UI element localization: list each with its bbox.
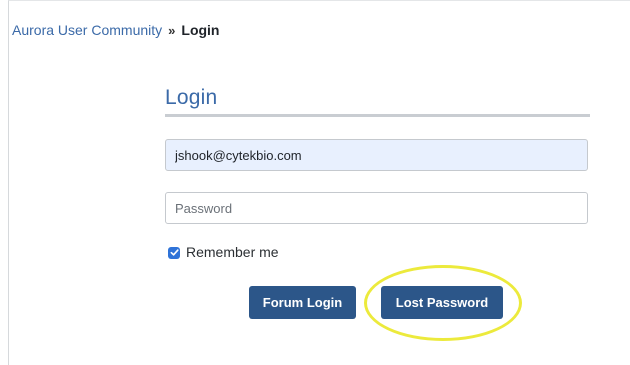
breadcrumb-current: Login: [181, 22, 220, 38]
page-title: Login: [165, 86, 218, 109]
checkmark-icon[interactable]: [168, 246, 180, 259]
lost-password-button[interactable]: Lost Password: [381, 286, 503, 319]
remember-me-label: Remember me: [186, 244, 279, 260]
remember-me-checkbox[interactable]: Remember me: [168, 244, 279, 260]
breadcrumb-separator: »: [168, 23, 176, 38]
password-field[interactable]: [165, 192, 588, 224]
breadcrumb-community-link[interactable]: Aurora User Community: [12, 22, 162, 38]
breadcrumb: Aurora User Community » Login: [12, 22, 220, 38]
title-divider: [165, 114, 590, 117]
forum-login-button[interactable]: Forum Login: [249, 286, 356, 319]
email-field[interactable]: [165, 139, 588, 171]
